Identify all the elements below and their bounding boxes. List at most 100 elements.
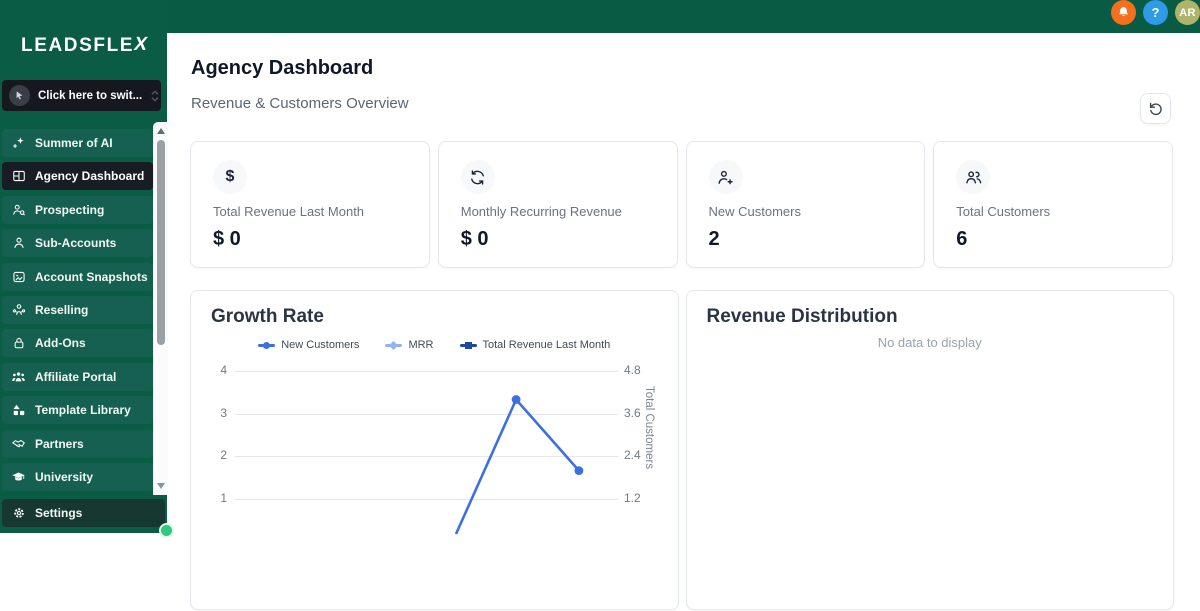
handshake-icon — [11, 436, 26, 451]
person-icon — [11, 236, 26, 251]
stat-label: Total Revenue Last Month — [213, 204, 365, 219]
stat-card-new-customers: New Customers 2 — [685, 141, 926, 268]
right-axis-label: Total Customers — [643, 386, 655, 470]
right-axis-tick: 1.2 — [624, 491, 641, 506]
chart-title: Growth Rate — [211, 306, 324, 327]
sidebar-scrollbar[interactable] — [153, 122, 168, 495]
sidebar-item-settings[interactable]: Settings — [2, 499, 165, 527]
account-switcher-button[interactable]: Click here to swit... — [2, 80, 161, 111]
legend-label: MRR — [408, 339, 434, 351]
legend-marker-icon — [459, 341, 477, 350]
refresh-ccw-icon — [1148, 101, 1164, 117]
scroll-down-arrow-icon[interactable] — [157, 483, 165, 489]
sidebar-item-label: University — [35, 469, 94, 484]
chart-title: Revenue Distribution — [706, 306, 898, 327]
legend-marker-icon — [385, 340, 403, 350]
shapes-icon — [11, 403, 26, 418]
charts-row: Growth Rate New Customers MRR Total Revenu… — [190, 290, 1174, 610]
data-point[interactable] — [511, 395, 521, 404]
sidebar-item-label: Template Library — [35, 403, 131, 418]
refresh-button[interactable] — [1140, 93, 1171, 124]
sidebar-item-account-snapshots[interactable]: Account Snapshots — [2, 262, 153, 291]
stat-label: New Customers — [708, 204, 801, 219]
people-icon — [956, 160, 991, 194]
graduation-cap-icon — [11, 469, 26, 484]
recurring-icon — [460, 160, 495, 194]
stat-value: $ 0 — [460, 228, 489, 250]
chart-legend: New Customers MRR Total Revenue Last Month — [191, 339, 678, 351]
sidebar-item-label: Agency Dashboard — [35, 169, 145, 184]
bell-icon — [1117, 6, 1130, 19]
stat-label: Monthly Recurring Revenue — [460, 204, 622, 219]
sidebar-item-label: Partners — [35, 436, 84, 451]
sidebar-item-label: Reselling — [35, 302, 89, 317]
main-content: Agency Dashboard Revenue & Customers Ove… — [167, 33, 1200, 610]
stat-card-monthly-recurring-revenue: Monthly Recurring Revenue $ 0 — [437, 141, 678, 268]
people-group-icon — [11, 369, 26, 384]
snapshot-icon — [11, 269, 26, 284]
lock-icon — [11, 336, 26, 351]
sidebar-item-add-ons[interactable]: Add-Ons — [2, 329, 153, 358]
sidebar-item-reselling[interactable]: Reselling — [2, 295, 153, 324]
empty-state-text: No data to display — [877, 335, 982, 350]
sidebar-item-agency-dashboard[interactable]: Agency Dashboard — [2, 162, 153, 191]
sidebar: LEADSFLEX Click here to swit... Summer o… — [0, 0, 174, 538]
scrollbar-thumb[interactable] — [157, 140, 165, 345]
sidebar-item-sub-accounts[interactable]: Sub-Accounts — [2, 229, 153, 258]
gear-icon — [11, 506, 26, 521]
logo: LEADSFLEX — [21, 34, 151, 56]
page-title: Agency Dashboard — [191, 57, 374, 79]
left-axis-tick: 3 — [220, 405, 227, 420]
stat-value: $ 0 — [213, 228, 241, 250]
dollar-icon: $ — [213, 160, 247, 194]
sidebar-item-label: Sub-Accounts — [35, 236, 117, 251]
sidebar-nav: Summer of AI Agency Dashboard Prospecting S… — [2, 129, 153, 491]
topbar-icons: ? AR — [1111, 0, 1200, 25]
switch-pointer-icon — [9, 85, 30, 106]
help-button[interactable]: ? — [1143, 0, 1168, 25]
legend-item-total-revenue-last-month[interactable]: Total Revenue Last Month — [459, 339, 611, 351]
stat-value: 2 — [708, 228, 720, 250]
stats-row: $ Total Revenue Last Month $ 0 Monthly Recu… — [190, 141, 1173, 268]
sidebar-item-affiliate-portal[interactable]: Affiliate Portal — [2, 362, 153, 391]
sidebar-item-partners[interactable]: Partners — [2, 429, 153, 458]
right-axis-tick: 4.8 — [624, 363, 641, 377]
data-point[interactable] — [574, 466, 584, 475]
scroll-up-arrow-icon[interactable] — [157, 128, 165, 134]
dashboard-icon — [11, 169, 26, 184]
line-series — [454, 398, 580, 535]
sidebar-item-label: Account Snapshots — [35, 269, 148, 284]
stat-label: Total Customers — [956, 204, 1051, 219]
switcher-label: Click here to swit... — [38, 89, 143, 102]
notifications-bell-button[interactable] — [1111, 0, 1136, 25]
sidebar-item-template-library[interactable]: Template Library — [2, 396, 153, 425]
revenue-distribution-card: Revenue Distribution No data to display — [685, 290, 1174, 610]
person-plus-icon — [708, 160, 743, 194]
sidebar-item-label: Add-Ons — [35, 336, 86, 351]
launcher-dot[interactable] — [159, 523, 174, 538]
left-axis-tick: 1 — [220, 491, 227, 506]
sidebar-item-label: Prospecting — [35, 202, 105, 217]
legend-label: New Customers — [281, 339, 360, 351]
right-axis-tick: 3.6 — [624, 405, 641, 420]
sidebar-item-prospecting[interactable]: Prospecting — [2, 195, 153, 224]
legend-marker-icon — [258, 341, 276, 350]
page-subtitle: Revenue & Customers Overview — [191, 95, 409, 112]
legend-label: Total Revenue Last Month — [482, 339, 611, 351]
legend-item-new-customers[interactable]: New Customers — [258, 339, 359, 351]
sidebar-item-label: Settings — [35, 506, 83, 520]
sidebar-item-summer-of-ai[interactable]: Summer of AI — [2, 129, 153, 157]
sidebar-item-label: Affiliate Portal — [35, 369, 117, 384]
sidebar-item-university[interactable]: University — [2, 462, 153, 491]
sparkles-icon — [11, 136, 26, 151]
right-axis-tick: 2.4 — [624, 448, 641, 463]
topbar: ? AR — [0, 0, 1200, 33]
person-search-icon — [11, 202, 26, 217]
stat-card-total-revenue-last-month: $ Total Revenue Last Month $ 0 — [190, 141, 430, 268]
stat-card-total-customers: Total Customers 6 — [933, 141, 1173, 268]
stat-value: 6 — [956, 228, 968, 250]
legend-item-mrr[interactable]: MRR — [385, 339, 434, 351]
avatar[interactable]: AR — [1175, 0, 1200, 25]
chevron-updown-icon — [150, 89, 160, 102]
sidebar-item-label: Summer of AI — [35, 136, 113, 150]
